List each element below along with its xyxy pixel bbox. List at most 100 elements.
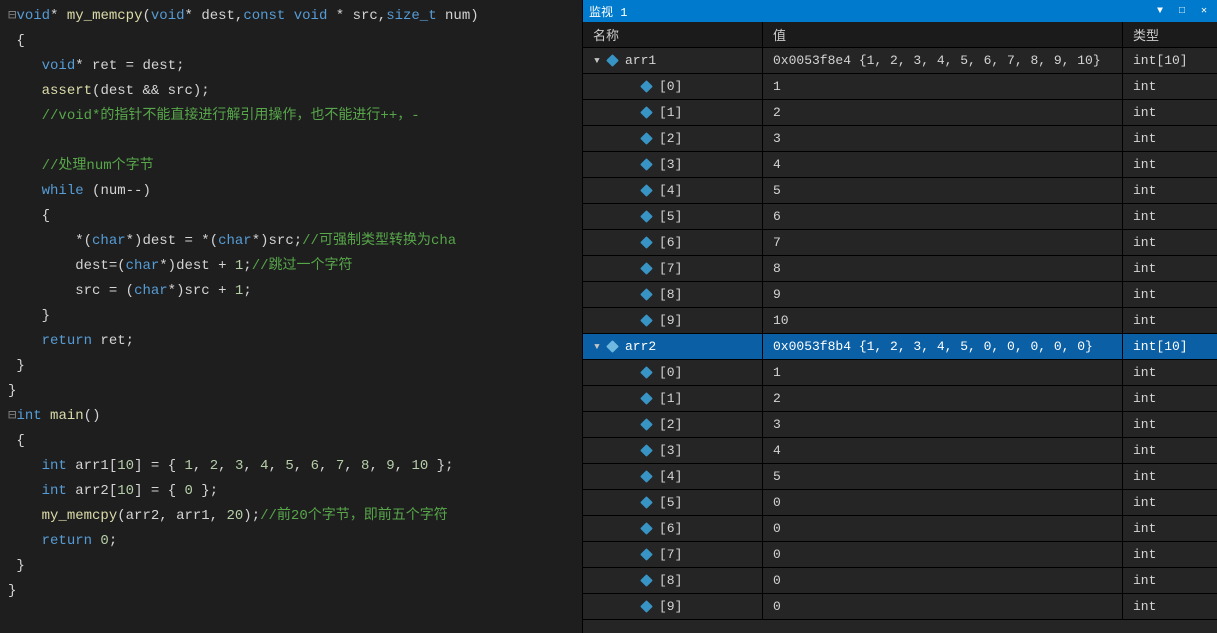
- watch-row[interactable]: ▶[0]1int: [583, 360, 1217, 386]
- variable-name: [8]: [659, 287, 682, 302]
- code-line[interactable]: }: [8, 579, 582, 604]
- watch-cell-value[interactable]: 1: [763, 360, 1123, 385]
- code-line[interactable]: {: [8, 29, 582, 54]
- variable-name: [5]: [659, 495, 682, 510]
- watch-cell-value[interactable]: 5: [763, 178, 1123, 203]
- watch-titlebar[interactable]: 监视 1 ▼ □ ✕: [583, 0, 1217, 22]
- watch-cell-type: int: [1123, 152, 1217, 177]
- watch-row[interactable]: ▶[4]5int: [583, 464, 1217, 490]
- watch-cell-value[interactable]: 5: [763, 464, 1123, 489]
- watch-cell-value[interactable]: 3: [763, 412, 1123, 437]
- code-line[interactable]: assert(dest && src);: [8, 79, 582, 104]
- variable-name: [2]: [659, 417, 682, 432]
- code-line[interactable]: {: [8, 429, 582, 454]
- watch-row[interactable]: ▶[3]4int: [583, 152, 1217, 178]
- code-line[interactable]: }: [8, 354, 582, 379]
- watch-cell-value[interactable]: 9: [763, 282, 1123, 307]
- watch-cell-value[interactable]: 2: [763, 100, 1123, 125]
- watch-row[interactable]: ▶[6]7int: [583, 230, 1217, 256]
- code-line[interactable]: while (num--): [8, 179, 582, 204]
- watch-row[interactable]: ▶[2]3int: [583, 412, 1217, 438]
- watch-cell-value[interactable]: 4: [763, 438, 1123, 463]
- watch-cell-value[interactable]: 8: [763, 256, 1123, 281]
- variable-icon: [641, 367, 653, 379]
- watch-cell-value[interactable]: 3: [763, 126, 1123, 151]
- code-line[interactable]: int arr1[10] = { 1, 2, 3, 4, 5, 6, 7, 8,…: [8, 454, 582, 479]
- code-line[interactable]: my_memcpy(arr2, arr1, 20);//前20个字节，即前五个字…: [8, 504, 582, 529]
- variable-icon: [641, 81, 653, 93]
- variable-icon: [607, 341, 619, 353]
- watch-row[interactable]: ▶[9]0int: [583, 594, 1217, 620]
- watch-row[interactable]: ▶[9]10int: [583, 308, 1217, 334]
- code-line[interactable]: }: [8, 304, 582, 329]
- variable-icon: [641, 523, 653, 535]
- watch-cell-value[interactable]: 0x0053f8e4 {1, 2, 3, 4, 5, 6, 7, 8, 9, 1…: [763, 48, 1123, 73]
- watch-cell-value[interactable]: 0: [763, 542, 1123, 567]
- code-line[interactable]: return 0;: [8, 529, 582, 554]
- code-line[interactable]: return ret;: [8, 329, 582, 354]
- dropdown-icon[interactable]: ▼: [1153, 4, 1167, 18]
- expand-toggle-icon[interactable]: ▼: [591, 341, 603, 353]
- watch-body: ▼arr10x0053f8e4 {1, 2, 3, 4, 5, 6, 7, 8,…: [583, 48, 1217, 633]
- variable-icon: [641, 575, 653, 587]
- watch-cell-value[interactable]: 0: [763, 516, 1123, 541]
- variable-icon: [641, 445, 653, 457]
- watch-cell-value[interactable]: 7: [763, 230, 1123, 255]
- code-line[interactable]: int arr2[10] = { 0 };: [8, 479, 582, 504]
- watch-cell-value[interactable]: 2: [763, 386, 1123, 411]
- code-line[interactable]: //处理num个字节: [8, 154, 582, 179]
- code-editor[interactable]: ⊟void* my_memcpy(void* dest,const void *…: [0, 0, 582, 633]
- col-header-name[interactable]: 名称: [583, 22, 763, 47]
- watch-cell-value[interactable]: 10: [763, 308, 1123, 333]
- watch-cell-value[interactable]: 4: [763, 152, 1123, 177]
- code-line[interactable]: {: [8, 204, 582, 229]
- code-line[interactable]: dest=(char*)dest + 1;//跳过一个字符: [8, 254, 582, 279]
- watch-row[interactable]: ▼ arr2 0x0053f8b4 {1, 2, 3, 4, 5, 0, 0, 0,…: [583, 334, 1217, 360]
- expand-toggle-icon[interactable]: ▼: [591, 55, 603, 67]
- watch-row[interactable]: ▶[1]2int: [583, 100, 1217, 126]
- watch-row[interactable]: ▶[4]5int: [583, 178, 1217, 204]
- watch-row[interactable]: ▶[2]3int: [583, 126, 1217, 152]
- code-line[interactable]: ⊟int main(): [8, 404, 582, 429]
- code-line[interactable]: [8, 129, 582, 154]
- variable-icon: [641, 393, 653, 405]
- watch-row[interactable]: ▶[8]9int: [583, 282, 1217, 308]
- variable-name: [6]: [659, 235, 682, 250]
- variable-name: [2]: [659, 131, 682, 146]
- variable-name: [9]: [659, 599, 682, 614]
- watch-cell-value[interactable]: 0: [763, 490, 1123, 515]
- watch-row[interactable]: ▼arr10x0053f8e4 {1, 2, 3, 4, 5, 6, 7, 8,…: [583, 48, 1217, 74]
- watch-column-headers: 名称 值 类型: [583, 22, 1217, 48]
- col-header-value[interactable]: 值: [763, 22, 1123, 47]
- watch-row[interactable]: ▶[8]0int: [583, 568, 1217, 594]
- code-line[interactable]: ⊟void* my_memcpy(void* dest,const void *…: [8, 4, 582, 29]
- code-line[interactable]: //void*的指针不能直接进行解引用操作，也不能进行++，-: [8, 104, 582, 129]
- watch-cell-value[interactable]: 6: [763, 204, 1123, 229]
- watch-cell-name: ▶[7]: [583, 542, 763, 567]
- watch-cell-value[interactable]: 0: [763, 594, 1123, 619]
- watch-cell-value[interactable]: 1: [763, 74, 1123, 99]
- code-line[interactable]: }: [8, 554, 582, 579]
- code-line[interactable]: void* ret = dest;: [8, 54, 582, 79]
- watch-row[interactable]: ▶[5]0int: [583, 490, 1217, 516]
- watch-cell-name: ▼ arr2: [583, 334, 763, 359]
- code-line[interactable]: src = (char*)src + 1;: [8, 279, 582, 304]
- close-icon[interactable]: ✕: [1197, 4, 1211, 18]
- watch-cell-name: ▶[1]: [583, 100, 763, 125]
- code-line[interactable]: *(char*)dest = *(char*)src;//可强制类型转换为cha: [8, 229, 582, 254]
- variable-name: arr2: [625, 339, 656, 354]
- watch-row[interactable]: ▶[0]1int: [583, 74, 1217, 100]
- watch-cell-value[interactable]: 0x0053f8b4 {1, 2, 3, 4, 5, 0, 0, 0, 0, 0…: [763, 334, 1123, 359]
- watch-cell-name: ▶[3]: [583, 438, 763, 463]
- watch-row[interactable]: ▶[3]4int: [583, 438, 1217, 464]
- watch-row[interactable]: ▶[6]0int: [583, 516, 1217, 542]
- watch-row[interactable]: ▶[7]8int: [583, 256, 1217, 282]
- window-maximize-icon[interactable]: □: [1175, 4, 1189, 18]
- code-line[interactable]: }: [8, 379, 582, 404]
- watch-cell-value[interactable]: 0: [763, 568, 1123, 593]
- watch-row[interactable]: ▶[5]6int: [583, 204, 1217, 230]
- variable-icon: [641, 159, 653, 171]
- watch-row[interactable]: ▶[7]0int: [583, 542, 1217, 568]
- watch-row[interactable]: ▶[1]2int: [583, 386, 1217, 412]
- col-header-type[interactable]: 类型: [1123, 22, 1217, 47]
